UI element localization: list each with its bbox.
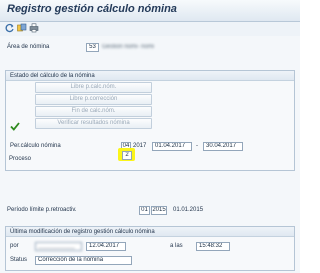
retro-date: 01.01.2015: [173, 207, 204, 213]
period-year: 2017: [133, 143, 147, 149]
exit-payroll-button[interactable]: Fin de calc.nóm.: [35, 106, 152, 117]
other-objects-icon[interactable]: [17, 23, 27, 33]
last-change-group: Última modificación de registro gestión …: [5, 226, 295, 271]
proceso-label: Proceso: [9, 156, 32, 162]
period-start-field: 01.04.2017: [152, 142, 192, 151]
changed-by-field: ___________: [35, 242, 82, 251]
release-correction-button[interactable]: Libre p.corrección: [35, 94, 152, 105]
changed-date-field: 12.04.2017: [86, 242, 126, 251]
page-title: Registro gestión cálculo nómina: [7, 3, 177, 15]
area-label: Área de nómina: [7, 44, 50, 50]
period-label: Per.cálculo nómina: [10, 143, 61, 149]
changed-by-label: por: [10, 243, 19, 249]
refresh-icon[interactable]: [5, 23, 15, 33]
status-label: Status: [10, 257, 28, 263]
retro-year-field[interactable]: 2015: [151, 206, 167, 215]
title-bar: Registro gestión cálculo nómina: [0, 0, 300, 22]
area-code-field[interactable]: 53: [86, 43, 99, 52]
time-label: a las: [170, 243, 183, 249]
print-icon[interactable]: [29, 23, 39, 33]
release-payroll-button[interactable]: Libre p.calc.nóm.: [35, 82, 152, 93]
proceso-field[interactable]: 2: [122, 151, 132, 160]
payroll-status-group-title: Estado del cálculo de la nómina: [6, 71, 294, 81]
period-dash: -: [196, 143, 198, 149]
payroll-status-group: Estado del cálculo de la nómina Libre p.…: [5, 70, 295, 171]
area-text: Gestión nomi- nomi: [102, 44, 155, 50]
checkmark-icon: [10, 122, 20, 131]
changed-time-field: 15:48:32: [196, 242, 230, 251]
period-end-field: 30.04.2017: [203, 142, 243, 151]
toolbar: [0, 22, 300, 36]
last-change-group-title: Última modificación de registro gestión …: [6, 227, 294, 237]
check-results-button[interactable]: Verificar resultados nómina: [35, 118, 152, 129]
retro-limit-label: Período límite p.retroactiv.: [7, 207, 77, 213]
status-field: Corrección de la nómina: [35, 256, 132, 265]
retro-number-field[interactable]: 01: [139, 206, 150, 215]
main-content: Área de nómina 53 Gestión nomi- nomi Est…: [0, 36, 300, 273]
